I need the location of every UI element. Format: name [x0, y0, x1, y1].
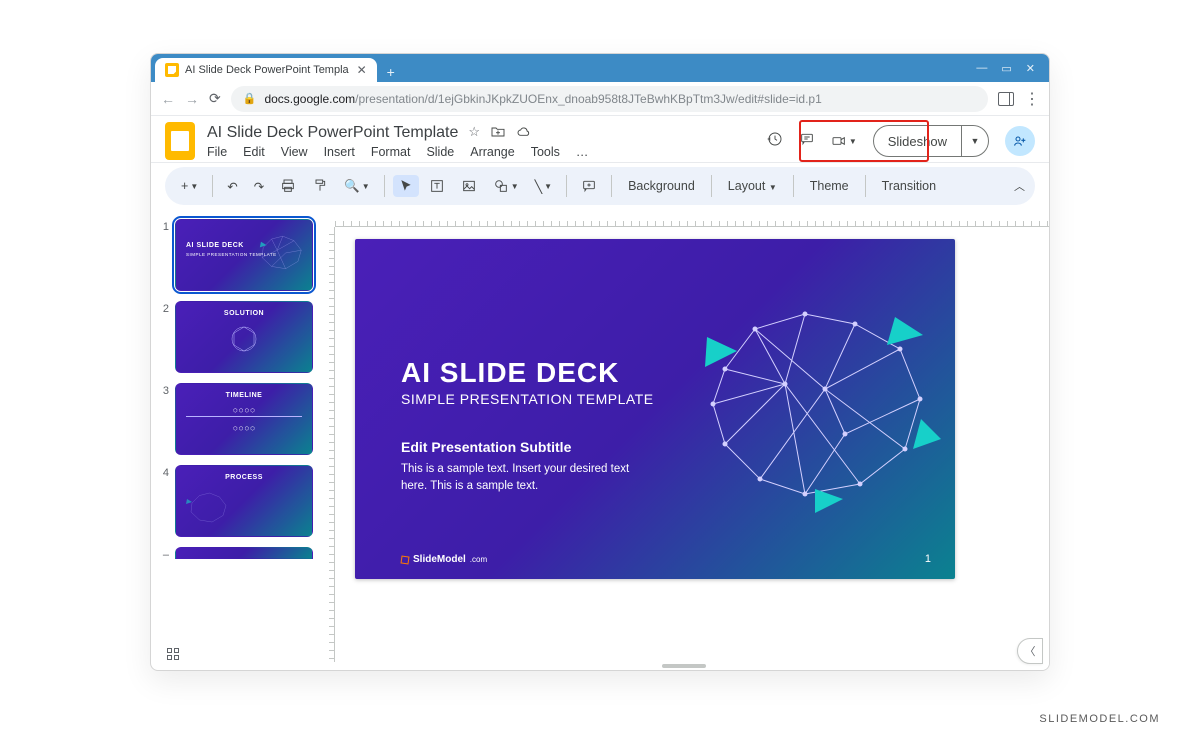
layout-button[interactable]: Layout ▼ [720, 175, 785, 197]
menu-format[interactable]: Format [371, 145, 411, 159]
theme-button[interactable]: Theme [802, 175, 857, 197]
close-window-button[interactable]: ✕ [1026, 62, 1035, 75]
side-panel-icon[interactable] [998, 92, 1014, 106]
forward-button: → [185, 91, 199, 107]
canvas-area: AI SLIDE DECK SIMPLE PRESENTATION TEMPLA… [319, 211, 1049, 670]
comments-icon[interactable] [799, 131, 815, 152]
canvas-scroll[interactable]: AI SLIDE DECK SIMPLE PRESENTATION TEMPLA… [335, 227, 1049, 662]
textbox-tool[interactable] [423, 174, 451, 198]
minimize-button[interactable]: — [976, 62, 987, 75]
move-icon[interactable] [490, 124, 506, 143]
speaker-notes-handle[interactable] [319, 662, 1049, 670]
tab-title: AI Slide Deck PowerPoint Templa [185, 64, 349, 76]
select-tool[interactable] [393, 175, 419, 197]
background-button[interactable]: Background [620, 175, 703, 197]
thumb-number: 2 [157, 301, 169, 373]
collapse-toolbar-button[interactable]: ︿ [1014, 178, 1025, 194]
comment-tool[interactable] [575, 174, 603, 198]
url-host: docs.google.com [264, 92, 355, 106]
slides-logo-icon[interactable] [165, 122, 195, 160]
address-bar: ← → ⟳ 🔒 docs.google.com/presentation/d/1… [151, 82, 1049, 116]
star-icon[interactable]: ☆ [468, 124, 480, 143]
slide-subtitle[interactable]: SIMPLE PRESENTATION TEMPLATE [401, 391, 654, 407]
attribution-watermark: SLIDEMODEL.COM [1039, 713, 1160, 725]
grid-view-button[interactable] [167, 648, 179, 660]
thumbnail-5[interactable] [175, 547, 313, 559]
explore-button[interactable]: 〈 [1017, 638, 1043, 664]
thumb-number: 1 [157, 219, 169, 291]
zoom-button[interactable]: 🔍▼ [338, 175, 376, 198]
brain-graphic [665, 289, 945, 519]
thumbnail-2[interactable]: SOLUTION [175, 301, 313, 373]
line-tool[interactable]: ╲ ▼ [529, 175, 558, 198]
meet-icon[interactable]: ▼ [831, 133, 857, 149]
thumb-number: 3 [157, 383, 169, 455]
menu-insert[interactable]: Insert [324, 145, 355, 159]
slideshow-dropdown[interactable]: ▼ [962, 126, 988, 156]
browser-tab[interactable]: AI Slide Deck PowerPoint Templa ✕ [155, 58, 377, 82]
toolbar: + ▼ ↶ ↷ 🔍▼ ▼ ╲ ▼ Background Layout ▼ The… [165, 167, 1035, 205]
menu-bar: File Edit View Insert Format Slide Arran… [207, 145, 755, 159]
url-path: /presentation/d/1ejGbkinJKpkZUOEnx_dnoab… [355, 92, 822, 106]
print-button[interactable] [274, 174, 302, 198]
lock-icon: 🔒 [243, 92, 257, 105]
history-icon[interactable] [767, 131, 783, 152]
menu-file[interactable]: File [207, 145, 227, 159]
thumb-number: – [157, 547, 169, 561]
document-title[interactable]: AI Slide Deck PowerPoint Template [207, 124, 458, 142]
new-tab-button[interactable]: + [381, 62, 401, 82]
new-slide-button[interactable]: + ▼ [175, 175, 204, 197]
thumbnail-1[interactable]: AI SLIDE DECKSIMPLE PRESENTATION TEMPLAT… [175, 219, 313, 291]
cloud-status-icon[interactable] [516, 124, 532, 143]
slideshow-split-button: Slideshow ▼ [873, 125, 989, 157]
maximize-button[interactable]: ▭ [1001, 62, 1011, 75]
menu-edit[interactable]: Edit [243, 145, 265, 159]
slides-favicon-icon [165, 63, 179, 77]
reload-button[interactable]: ⟳ [209, 90, 221, 107]
paint-format-button[interactable] [306, 174, 334, 198]
thumb-number: 4 [157, 465, 169, 537]
close-tab-icon[interactable]: ✕ [357, 63, 367, 77]
ruler-horizontal [335, 211, 1049, 227]
transition-button[interactable]: Transition [874, 175, 944, 197]
browser-menu-button[interactable]: ⋮ [1024, 89, 1039, 109]
redo-button[interactable]: ↷ [248, 175, 270, 198]
workspace: 1 AI SLIDE DECKSIMPLE PRESENTATION TEMPL… [151, 211, 1049, 670]
undo-button[interactable]: ↶ [221, 175, 243, 198]
filmstrip[interactable]: 1 AI SLIDE DECKSIMPLE PRESENTATION TEMPL… [151, 211, 319, 670]
omnibox[interactable]: 🔒 docs.google.com/presentation/d/1ejGbki… [231, 86, 988, 112]
menu-more[interactable]: … [576, 145, 589, 159]
slide-page-number: 1 [925, 553, 931, 565]
menu-slide[interactable]: Slide [426, 145, 454, 159]
slide-canvas[interactable]: AI SLIDE DECK SIMPLE PRESENTATION TEMPLA… [355, 239, 955, 579]
image-tool[interactable] [455, 174, 483, 198]
menu-tools[interactable]: Tools [531, 145, 560, 159]
thumbnail-3[interactable]: TIMELINE ⬡ ⬡ ⬡ ⬡ ⬡ ⬡ ⬡ ⬡ [175, 383, 313, 455]
titlebar: AI Slide Deck PowerPoint Templa ✕ + — ▭ … [151, 54, 1049, 82]
ruler-vertical [319, 227, 335, 662]
slide-footer-brand: SlideModel.com [401, 554, 487, 565]
shape-tool[interactable]: ▼ [487, 174, 525, 198]
view-mode-buttons [167, 648, 179, 660]
share-button[interactable] [1005, 126, 1035, 156]
slide-title[interactable]: AI SLIDE DECK [401, 357, 619, 389]
slideshow-button[interactable]: Slideshow [874, 126, 962, 156]
app-header: AI Slide Deck PowerPoint Template ☆ File… [151, 116, 1049, 163]
menu-arrange[interactable]: Arrange [470, 145, 514, 159]
thumbnail-4[interactable]: PROCESS [175, 465, 313, 537]
browser-window: AI Slide Deck PowerPoint Templa ✕ + — ▭ … [150, 53, 1050, 671]
back-button[interactable]: ← [161, 91, 175, 107]
slide-body-text[interactable]: This is a sample text. Insert your desir… [401, 461, 651, 496]
menu-view[interactable]: View [281, 145, 308, 159]
slide-edit-subtitle[interactable]: Edit Presentation Subtitle [401, 439, 571, 455]
